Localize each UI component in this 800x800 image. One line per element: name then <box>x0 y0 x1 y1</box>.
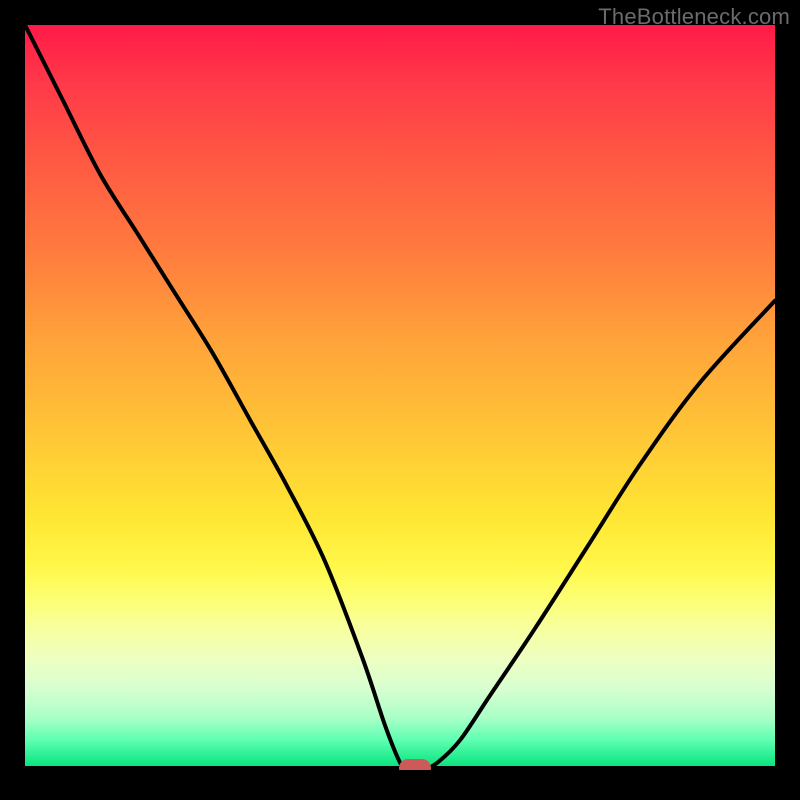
optimal-marker <box>399 759 431 770</box>
watermark-text: TheBottleneck.com <box>598 4 790 30</box>
plot-area <box>25 25 775 770</box>
chart-frame: TheBottleneck.com <box>0 0 800 800</box>
bottleneck-curve <box>25 25 775 770</box>
